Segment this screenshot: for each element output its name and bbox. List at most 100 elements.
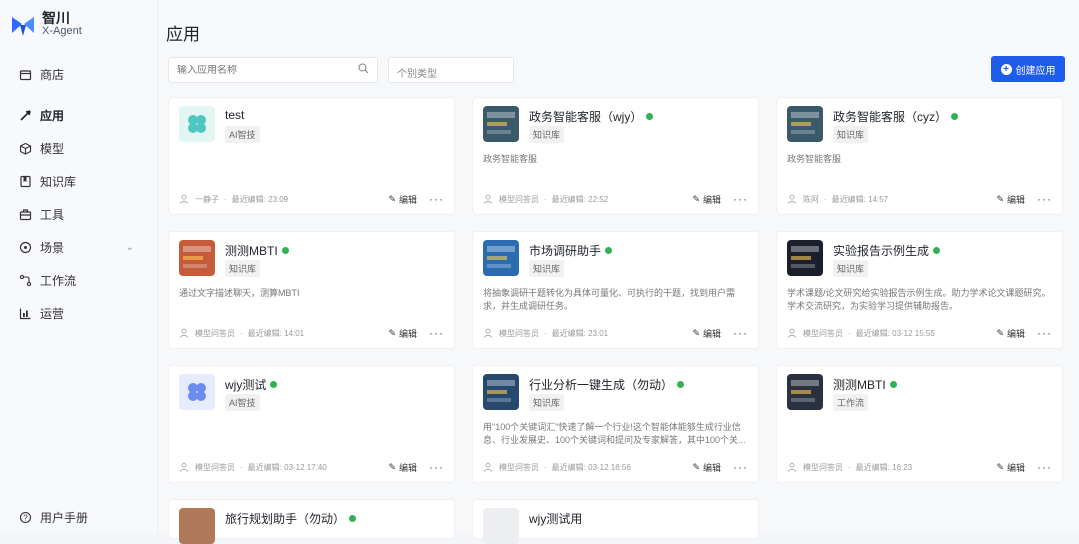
app-icon: [787, 240, 823, 276]
app-title-row: 旅行规划助手（勿动）: [225, 510, 357, 527]
app-card[interactable]: 旅行规划助手（勿动）: [168, 499, 455, 544]
app-title-row: 市场调研助手: [529, 242, 613, 259]
chart-icon: [18, 307, 32, 321]
separator-dot: ·: [848, 462, 851, 472]
app-icon: [179, 508, 215, 544]
svg-text:?: ?: [23, 514, 28, 523]
edit-button[interactable]: ✎ 编辑: [692, 461, 721, 474]
more-options-icon[interactable]: ···: [1037, 192, 1052, 206]
app-icon: [483, 106, 519, 142]
app-card-footer: 模型问答员 · 最近编辑: 03-12 15:55 ✎ 编辑 ···: [787, 326, 1052, 340]
app-card[interactable]: 测测MBTI 工作流 模型问答员 · 最近编辑: 16:23 ✎ 编辑 ···: [776, 365, 1063, 483]
app-title: wjy测试: [225, 378, 267, 392]
app-type-tag: 知识库: [833, 260, 869, 277]
app-icon: [787, 106, 823, 142]
more-options-icon[interactable]: ···: [429, 192, 444, 206]
more-options-icon[interactable]: ···: [429, 460, 444, 474]
sidebar-item-label: 运营: [40, 307, 65, 321]
separator-dot: ·: [240, 328, 243, 338]
create-app-label: 创建应用: [1015, 65, 1056, 77]
app-title-row: 行业分析一键生成（勿动）: [529, 376, 685, 393]
separator-dot: ·: [544, 462, 547, 472]
edit-button[interactable]: ✎ 编辑: [388, 461, 417, 474]
separator-dot: ·: [824, 194, 827, 204]
main-content: 应用 个别类型 + 创建应用 testAI智技一静子·最近编辑: 23:09✎编…: [158, 0, 1079, 544]
edit-icon: ✎: [996, 461, 1004, 472]
edit-label: 编辑: [398, 462, 417, 473]
app-title-row: 测测MBTI: [833, 376, 897, 393]
sidebar-item-apps[interactable]: 应用: [0, 99, 158, 132]
sidebar-item-models[interactable]: 模型: [0, 132, 158, 165]
sidebar-item-workflow[interactable]: 工作流: [0, 264, 158, 297]
edit-button[interactable]: ✎ 编辑: [996, 193, 1025, 206]
app-title: 政务智能客服（cyz）: [833, 110, 948, 124]
app-card[interactable]: 市场调研助手 知识库 将抽象调研干题转化为具体可量化、可执行的干题，找到用户需求，并…: [472, 231, 759, 349]
app-title-row: 测测MBTI: [225, 242, 289, 259]
app-card[interactable]: 政务智能客服（wjy） 知识库 政务智能客服 模型问答员 · 最近编辑: 22:52 ✎ 编辑…: [472, 97, 759, 215]
app-title: 行业分析一键生成（勿动）: [529, 378, 674, 392]
status-online-icon: [281, 247, 289, 254]
edit-button[interactable]: ✎ 编辑: [388, 327, 417, 340]
search-box[interactable]: [168, 57, 378, 83]
app-card[interactable]: 政务智能客服（cyz） 知识库 政务智能客服 陈阿 · 最近编辑: 14:57 ✎ 编辑 ···: [776, 97, 1063, 215]
brand-subtitle: X-Agent: [42, 25, 82, 37]
app-edit-time: 最近编辑: 16:23: [855, 462, 913, 472]
app-icon: [483, 374, 519, 410]
sidebar-item-scenes[interactable]: 场景 ⌄: [0, 231, 158, 264]
edit-button[interactable]: ✎ 编辑: [996, 461, 1025, 474]
more-options-icon[interactable]: ···: [1037, 326, 1052, 340]
chevron-down-icon[interactable]: ⌄: [126, 242, 134, 253]
scene-icon: [18, 241, 32, 255]
app-card[interactable]: wjy测试用: [472, 499, 759, 544]
app-title: 政务智能客服（wjy）: [529, 110, 643, 124]
edit-button[interactable]: ✎ 编辑: [692, 327, 721, 340]
search-input[interactable]: [177, 64, 358, 76]
status-online-icon: [605, 247, 613, 254]
app-type-tag: 知识库: [833, 126, 869, 143]
app-title: 实验报告示例生成: [833, 244, 930, 258]
search-icon[interactable]: [358, 61, 369, 79]
user-icon: [483, 194, 493, 204]
app-card-footer: 模型问答员 · 最近编辑: 14:01 ✎ 编辑 ···: [179, 326, 444, 340]
type-select[interactable]: 个别类型: [388, 57, 514, 83]
edit-button[interactable]: ✎ 编辑: [388, 193, 417, 206]
more-options-icon[interactable]: ···: [733, 460, 748, 474]
app-card-footer: 模型问答员 · 最近编辑: 16:23 ✎ 编辑 ···: [787, 460, 1052, 474]
page-title: 应用: [166, 25, 200, 44]
more-options-icon[interactable]: ···: [429, 326, 444, 340]
brand[interactable]: 智川 X-Agent: [10, 11, 82, 38]
app-card[interactable]: 实验报告示例生成 知识库学术课题/论文研究给实验报告示例生成。助力学术论文课题研究…: [776, 231, 1063, 349]
status-online-icon: [270, 381, 278, 388]
app-type-tag: AI智技: [225, 126, 260, 143]
more-options-icon[interactable]: ···: [733, 192, 748, 206]
create-app-button[interactable]: + 创建应用: [991, 56, 1065, 82]
app-title-row: wjy测试用: [529, 510, 582, 527]
app-edit-time: 最近编辑: 14:01: [247, 328, 305, 338]
status-online-icon: [349, 515, 357, 522]
edit-button[interactable]: ✎ 编辑: [996, 327, 1025, 340]
sidebar-item-store[interactable]: 商店: [0, 58, 158, 91]
more-options-icon[interactable]: ···: [1037, 460, 1052, 474]
user-manual-label: 用户手册: [40, 511, 89, 525]
user-icon: [787, 462, 797, 472]
edit-label: 编辑: [398, 194, 417, 205]
app-card[interactable]: wjy测试 AI智技 模型问答员 · 最近编辑: 03-12 17:40 ✎ 编辑 ···: [168, 365, 455, 483]
app-title-row: test: [225, 108, 244, 122]
app-author: 陈阿: [803, 194, 819, 204]
app-title-row: wjy测试: [225, 376, 278, 393]
user-manual-link[interactable]: ? 用户手册: [18, 509, 88, 526]
app-description: 学术课题/论文研究给实验报告示例生成。助力学术论文课题研究。学术交流研究，为实验…: [787, 288, 1051, 311]
sidebar-item-tools[interactable]: 工具: [0, 198, 158, 231]
store-icon: [18, 68, 32, 82]
edit-button[interactable]: ✎ 编辑: [692, 193, 721, 206]
edit-label: 编辑: [398, 328, 417, 339]
app-card[interactable]: 测测MBTI 知识库 通过文字描述聊天，测算MBTI 模型问答员 · 最近编辑: 14:0…: [168, 231, 455, 349]
edit-icon: ✎: [388, 193, 396, 204]
app-card[interactable]: test AI智技 一静子 · 最近编辑: 23:09 ✎ 编辑 ···: [168, 97, 455, 215]
sidebar-item-knowledge[interactable]: 知识库: [0, 165, 158, 198]
more-options-icon[interactable]: ···: [733, 326, 748, 340]
sidebar-item-operations[interactable]: 运营: [0, 297, 158, 330]
app-title-row: 政务智能客服（wjy）: [529, 108, 654, 125]
separator-dot: ·: [848, 328, 851, 338]
app-card[interactable]: 行业分析一键生成（勿动） 知识库 用"100个关键词汇"快速了解一个行业!这个智能体…: [472, 365, 759, 483]
